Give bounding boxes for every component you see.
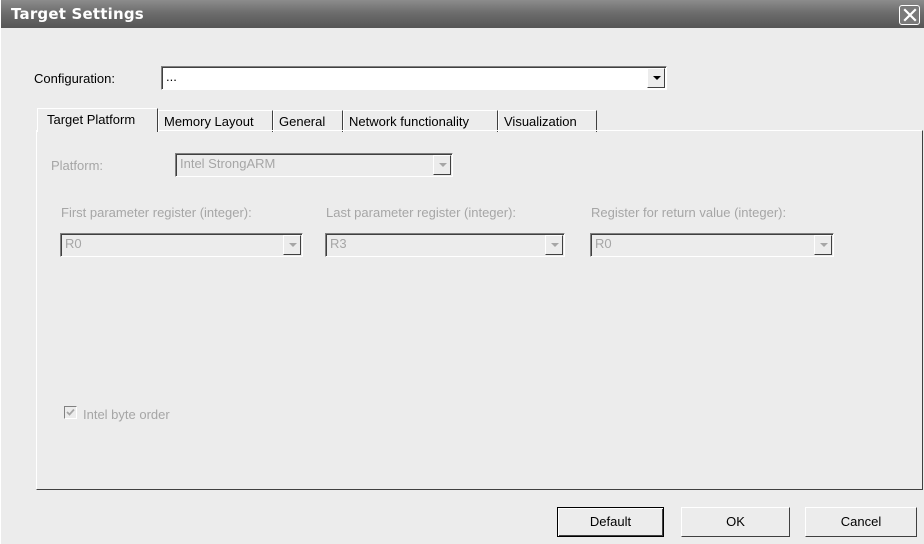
last-param-label: Last parameter register (integer): [326,205,517,220]
tab-label: Target Platform [47,112,136,127]
first-param-dropdown-button[interactable] [283,235,301,255]
default-button[interactable]: Default [557,507,664,537]
return-reg-label: Register for return value (integer): [591,205,787,220]
configuration-label: Configuration: [34,71,115,86]
chevron-down-icon [439,163,447,167]
platform-value: Intel StrongARM [180,156,276,171]
first-param-dropdown[interactable]: R0 [60,233,303,257]
configuration-value: ... [166,69,177,84]
tab-network-functionality[interactable]: Network functionality [343,110,498,132]
chevron-down-icon [653,76,661,80]
configuration-dropdown[interactable]: ... [161,66,667,90]
tab-general[interactable]: General [273,110,343,132]
chevron-down-icon [551,243,559,247]
tab-label: Visualization [504,114,577,129]
return-reg-value: R0 [595,236,612,251]
chevron-down-icon [820,243,828,247]
chevron-down-icon [289,243,297,247]
intel-byte-order-label: Intel byte order [83,407,170,422]
platform-dropdown[interactable]: Intel StrongARM [175,153,453,177]
title-bar[interactable]: Target Settings [1,0,924,28]
tab-label: Network functionality [349,114,469,129]
last-param-dropdown-button[interactable] [545,235,563,255]
first-param-label: First parameter register (integer): [61,205,252,220]
last-param-dropdown[interactable]: R3 [325,233,565,257]
return-reg-dropdown-button[interactable] [814,235,832,255]
intel-byte-order-checkbox[interactable] [64,406,77,419]
cancel-button[interactable]: Cancel [805,507,917,537]
tab-label: Memory Layout [164,114,254,129]
tab-memory-layout[interactable]: Memory Layout [158,110,273,132]
close-icon [903,8,917,22]
target-settings-dialog: Target Settings Configuration: ... Targe… [0,0,924,544]
tab-target-platform[interactable]: Target Platform [37,108,158,132]
tab-visualization[interactable]: Visualization [498,110,597,132]
tab-panel [36,130,923,490]
last-param-value: R3 [330,236,347,251]
return-reg-dropdown[interactable]: R0 [590,233,834,257]
ok-button[interactable]: OK [681,507,790,537]
configuration-dropdown-button[interactable] [647,68,665,88]
checkmark-icon [66,408,75,416]
first-param-value: R0 [65,236,82,251]
tab-label: General [279,114,326,129]
platform-label: Platform: [51,158,104,173]
close-button[interactable] [899,5,920,25]
window-title: Target Settings [11,5,144,23]
platform-dropdown-button[interactable] [433,155,451,175]
